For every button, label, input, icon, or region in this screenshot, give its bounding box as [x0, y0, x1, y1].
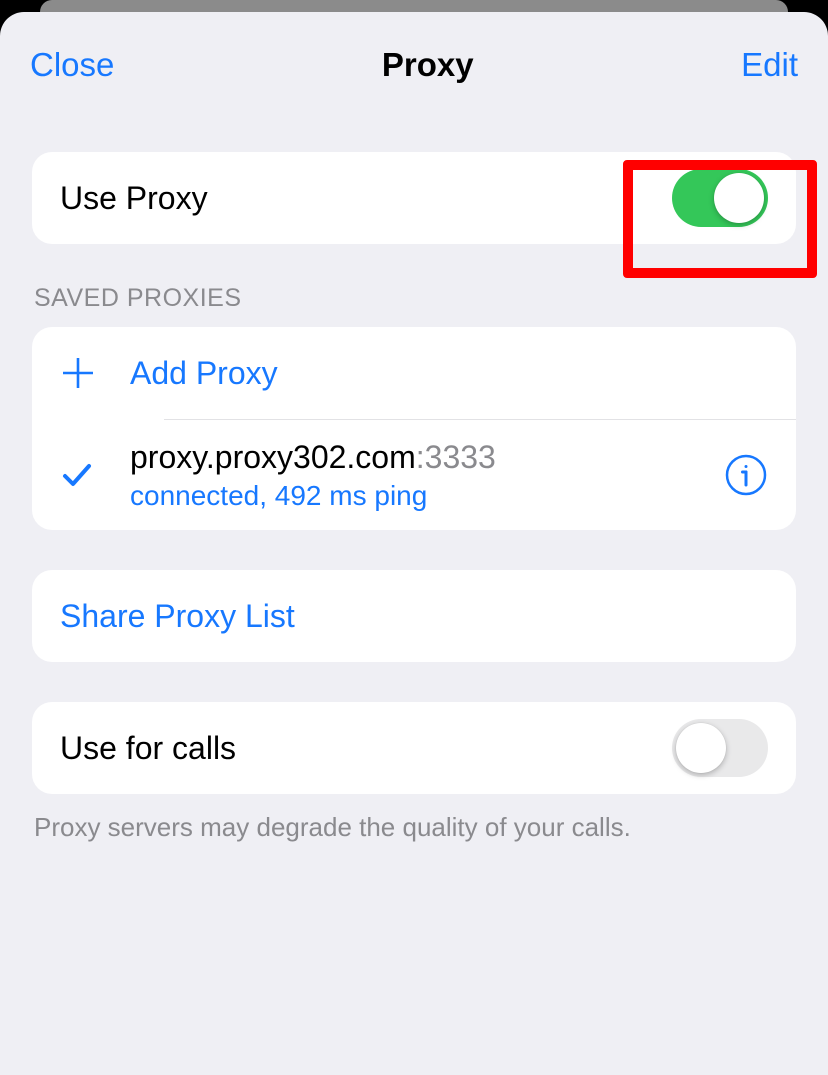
add-proxy-label: Add Proxy — [130, 355, 768, 392]
use-for-calls-row: Use for calls — [32, 702, 796, 794]
saved-proxy-port: :3333 — [416, 439, 496, 475]
share-section: Share Proxy List — [32, 570, 796, 662]
info-icon — [725, 454, 767, 496]
saved-proxy-address: proxy.proxy302.com:3333 — [130, 439, 724, 476]
checkmark-icon — [60, 458, 130, 492]
saved-proxy-host: proxy.proxy302.com — [130, 439, 416, 475]
navbar: Close Proxy Edit — [0, 28, 828, 108]
page-title: Proxy — [114, 46, 741, 84]
saved-proxy-status: connected, 492 ms ping — [130, 480, 724, 512]
use-proxy-row: Use Proxy — [32, 152, 796, 244]
share-proxy-list-label: Share Proxy List — [60, 598, 768, 635]
add-proxy-row[interactable]: Add Proxy — [32, 327, 796, 419]
use-for-calls-label: Use for calls — [60, 730, 672, 767]
proxy-info-button[interactable] — [724, 453, 768, 497]
share-proxy-list-row[interactable]: Share Proxy List — [32, 570, 796, 662]
use-proxy-label: Use Proxy — [60, 180, 672, 217]
saved-proxies-header: SAVED PROXIES — [34, 284, 796, 313]
saved-proxy-body: proxy.proxy302.com:3333 connected, 492 m… — [130, 439, 724, 512]
use-proxy-toggle[interactable] — [672, 169, 768, 227]
use-for-calls-toggle[interactable] — [672, 719, 768, 777]
saved-proxy-item[interactable]: proxy.proxy302.com:3333 connected, 492 m… — [32, 420, 796, 530]
use-proxy-section: Use Proxy — [32, 152, 796, 244]
close-button[interactable]: Close — [30, 46, 114, 84]
edit-button[interactable]: Edit — [741, 46, 798, 84]
proxy-settings-sheet: Close Proxy Edit Use Proxy SAVED PROXIES — [0, 12, 828, 1075]
use-for-calls-footer: Proxy servers may degrade the quality of… — [34, 810, 796, 845]
use-for-calls-section: Use for calls Proxy servers may degrade … — [32, 702, 796, 845]
plus-icon — [60, 355, 130, 391]
saved-proxies-section: SAVED PROXIES Add Proxy — [32, 284, 796, 530]
